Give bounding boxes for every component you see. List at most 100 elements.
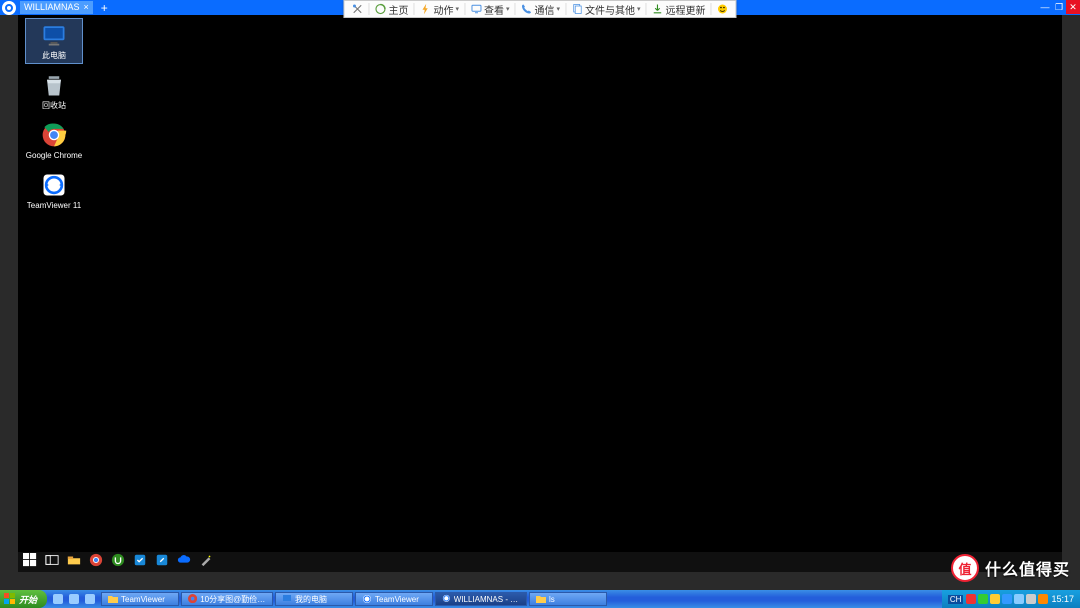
taskbar-explorer[interactable] [66,554,82,570]
tray-red-icon[interactable] [966,594,976,604]
quick-launch [51,592,97,606]
taskbar-tasks: TeamViewer 10分享图@勤俭花... 我的电脑 TeamViewer WILL… [101,592,607,606]
watermark-badge-icon: 值 [951,554,979,582]
task-TeamViewer[interactable]: TeamViewer [355,592,433,606]
task-label: 我的电脑 [295,594,327,605]
start-icon [23,553,37,572]
taskbar-link[interactable] [154,554,170,570]
desktop-icons: 此电脑回收站 Google Chrome TeamViewer 11 [26,19,82,213]
teamviewer-logo-icon [2,1,16,15]
utorrent-icon [111,553,125,572]
toolbar-monitor[interactable]: 查看▾ [466,1,514,17]
toolbar-files[interactable]: 文件与其他▾ [567,1,645,17]
taskbar-taskview[interactable] [44,554,60,570]
icon-label: TeamViewer 11 [27,201,81,211]
local-taskbar[interactable]: 开始 TeamViewer 10分享图@勤俭花... 我的电脑 TeamViewer W… [0,590,1080,608]
desktop-icon-chrome[interactable]: Google Chrome [26,119,82,163]
task-label: TeamViewer [121,595,165,604]
toolbar-phone[interactable]: 通信▾ [517,1,565,17]
smiley-icon [717,3,729,15]
toolbar-label: 动作 [433,2,453,17]
ql-ie[interactable] [67,592,81,606]
remote-taskbar[interactable] [18,552,1062,572]
taskbar-onedrive[interactable] [176,554,192,570]
dropdown-caret-icon: ▾ [557,5,561,13]
icon-label: Google Chrome [26,151,82,161]
watermark-text: 什么值得买 [985,556,1070,580]
window-controls: — ❐ ✕ [1038,0,1080,14]
task-ls[interactable]: ls [529,592,607,606]
pc-icon [282,594,292,604]
toolbar-label: 查看 [484,2,504,17]
tray-blue-icon[interactable] [1002,594,1012,604]
onedrive-icon [177,553,191,572]
toolbar-label: 文件与其他 [585,2,635,17]
desktop-icon-this-pc[interactable]: 此电脑 [26,19,82,63]
toolbar-smiley[interactable] [713,1,733,17]
chrome-icon [40,121,68,149]
tray-yellow-icon[interactable] [990,594,1000,604]
maximize-button[interactable]: ❐ [1052,0,1066,14]
ql-desktop[interactable] [51,592,65,606]
folder-icon [536,594,546,604]
tray-clock: 15:17 [1051,594,1074,604]
chrome-icon [188,594,197,604]
tab-close-icon[interactable]: × [84,1,89,14]
pin-x-icon [351,3,363,15]
task-TeamViewer[interactable]: TeamViewer [101,592,179,606]
ie-icon [67,592,81,606]
taskbar-chrome[interactable] [88,554,104,570]
tv-icon [40,171,68,199]
toolbar-pin-x[interactable] [347,1,367,17]
system-tray[interactable]: CH 15:17 [942,590,1080,608]
task-我的电脑[interactable]: 我的电脑 [275,592,353,606]
session-tab-label: WILLIAMNAS [24,1,80,14]
desktop-icon-recycle[interactable]: 回收站 [26,69,82,113]
taskbar-wand[interactable] [198,554,214,570]
taskbar-todo[interactable] [132,554,148,570]
dropdown-caret-icon: ▾ [455,5,459,13]
toolbar-bolt[interactable]: 动作▾ [415,1,463,17]
pc-icon [40,21,68,49]
taskbar-utorrent[interactable] [110,554,126,570]
folder-icon [108,594,118,604]
toolbar-home[interactable]: 主页 [370,1,412,17]
task-label: TeamViewer [375,595,419,604]
toolbar-label: 主页 [388,2,408,17]
task-label: WILLIAMNAS - Tea... [454,595,520,604]
new-tab-button[interactable]: + [101,1,108,15]
toolbar-download[interactable]: 远程更新 [648,1,710,17]
dropdown-caret-icon: ▾ [637,5,641,13]
start-button[interactable]: 开始 [0,590,47,608]
desktop-icon [51,592,65,606]
tray-green-icon[interactable] [978,594,988,604]
link-icon [155,553,169,572]
start-label: 开始 [19,593,37,606]
tray-net-icon[interactable] [1014,594,1024,604]
tv-icon [362,594,372,604]
tray-lang[interactable]: CH [948,595,964,604]
close-button[interactable]: ✕ [1066,0,1080,14]
icon-label: 回收站 [42,101,66,111]
task-10分享图@勤俭花...[interactable]: 10分享图@勤俭花... [181,592,273,606]
monitor-icon [470,3,482,15]
tray-shield-icon[interactable] [1038,594,1048,604]
taskview-icon [45,553,59,572]
remote-desktop[interactable]: 此电脑回收站 Google Chrome TeamViewer 11 [18,15,1062,572]
dropdown-caret-icon: ▾ [506,5,510,13]
tray-vol-icon[interactable] [1026,594,1036,604]
bolt-icon [419,3,431,15]
teamviewer-toolbar[interactable]: 主页动作▾查看▾通信▾文件与其他▾远程更新 [343,0,736,18]
minimize-button[interactable]: — [1038,0,1052,14]
explorer-icon [67,553,81,572]
taskbar-start[interactable] [22,554,38,570]
mail-icon [83,592,97,606]
phone-icon [521,3,533,15]
task-label: ls [549,595,555,604]
task-WILLIAMNAS - Tea...[interactable]: WILLIAMNAS - Tea... [435,592,527,606]
download-icon [652,3,664,15]
tray-icons [966,594,1048,604]
desktop-icon-teamviewer[interactable]: TeamViewer 11 [26,169,82,213]
session-tab[interactable]: WILLIAMNAS × [20,1,93,14]
ql-mail[interactable] [83,592,97,606]
